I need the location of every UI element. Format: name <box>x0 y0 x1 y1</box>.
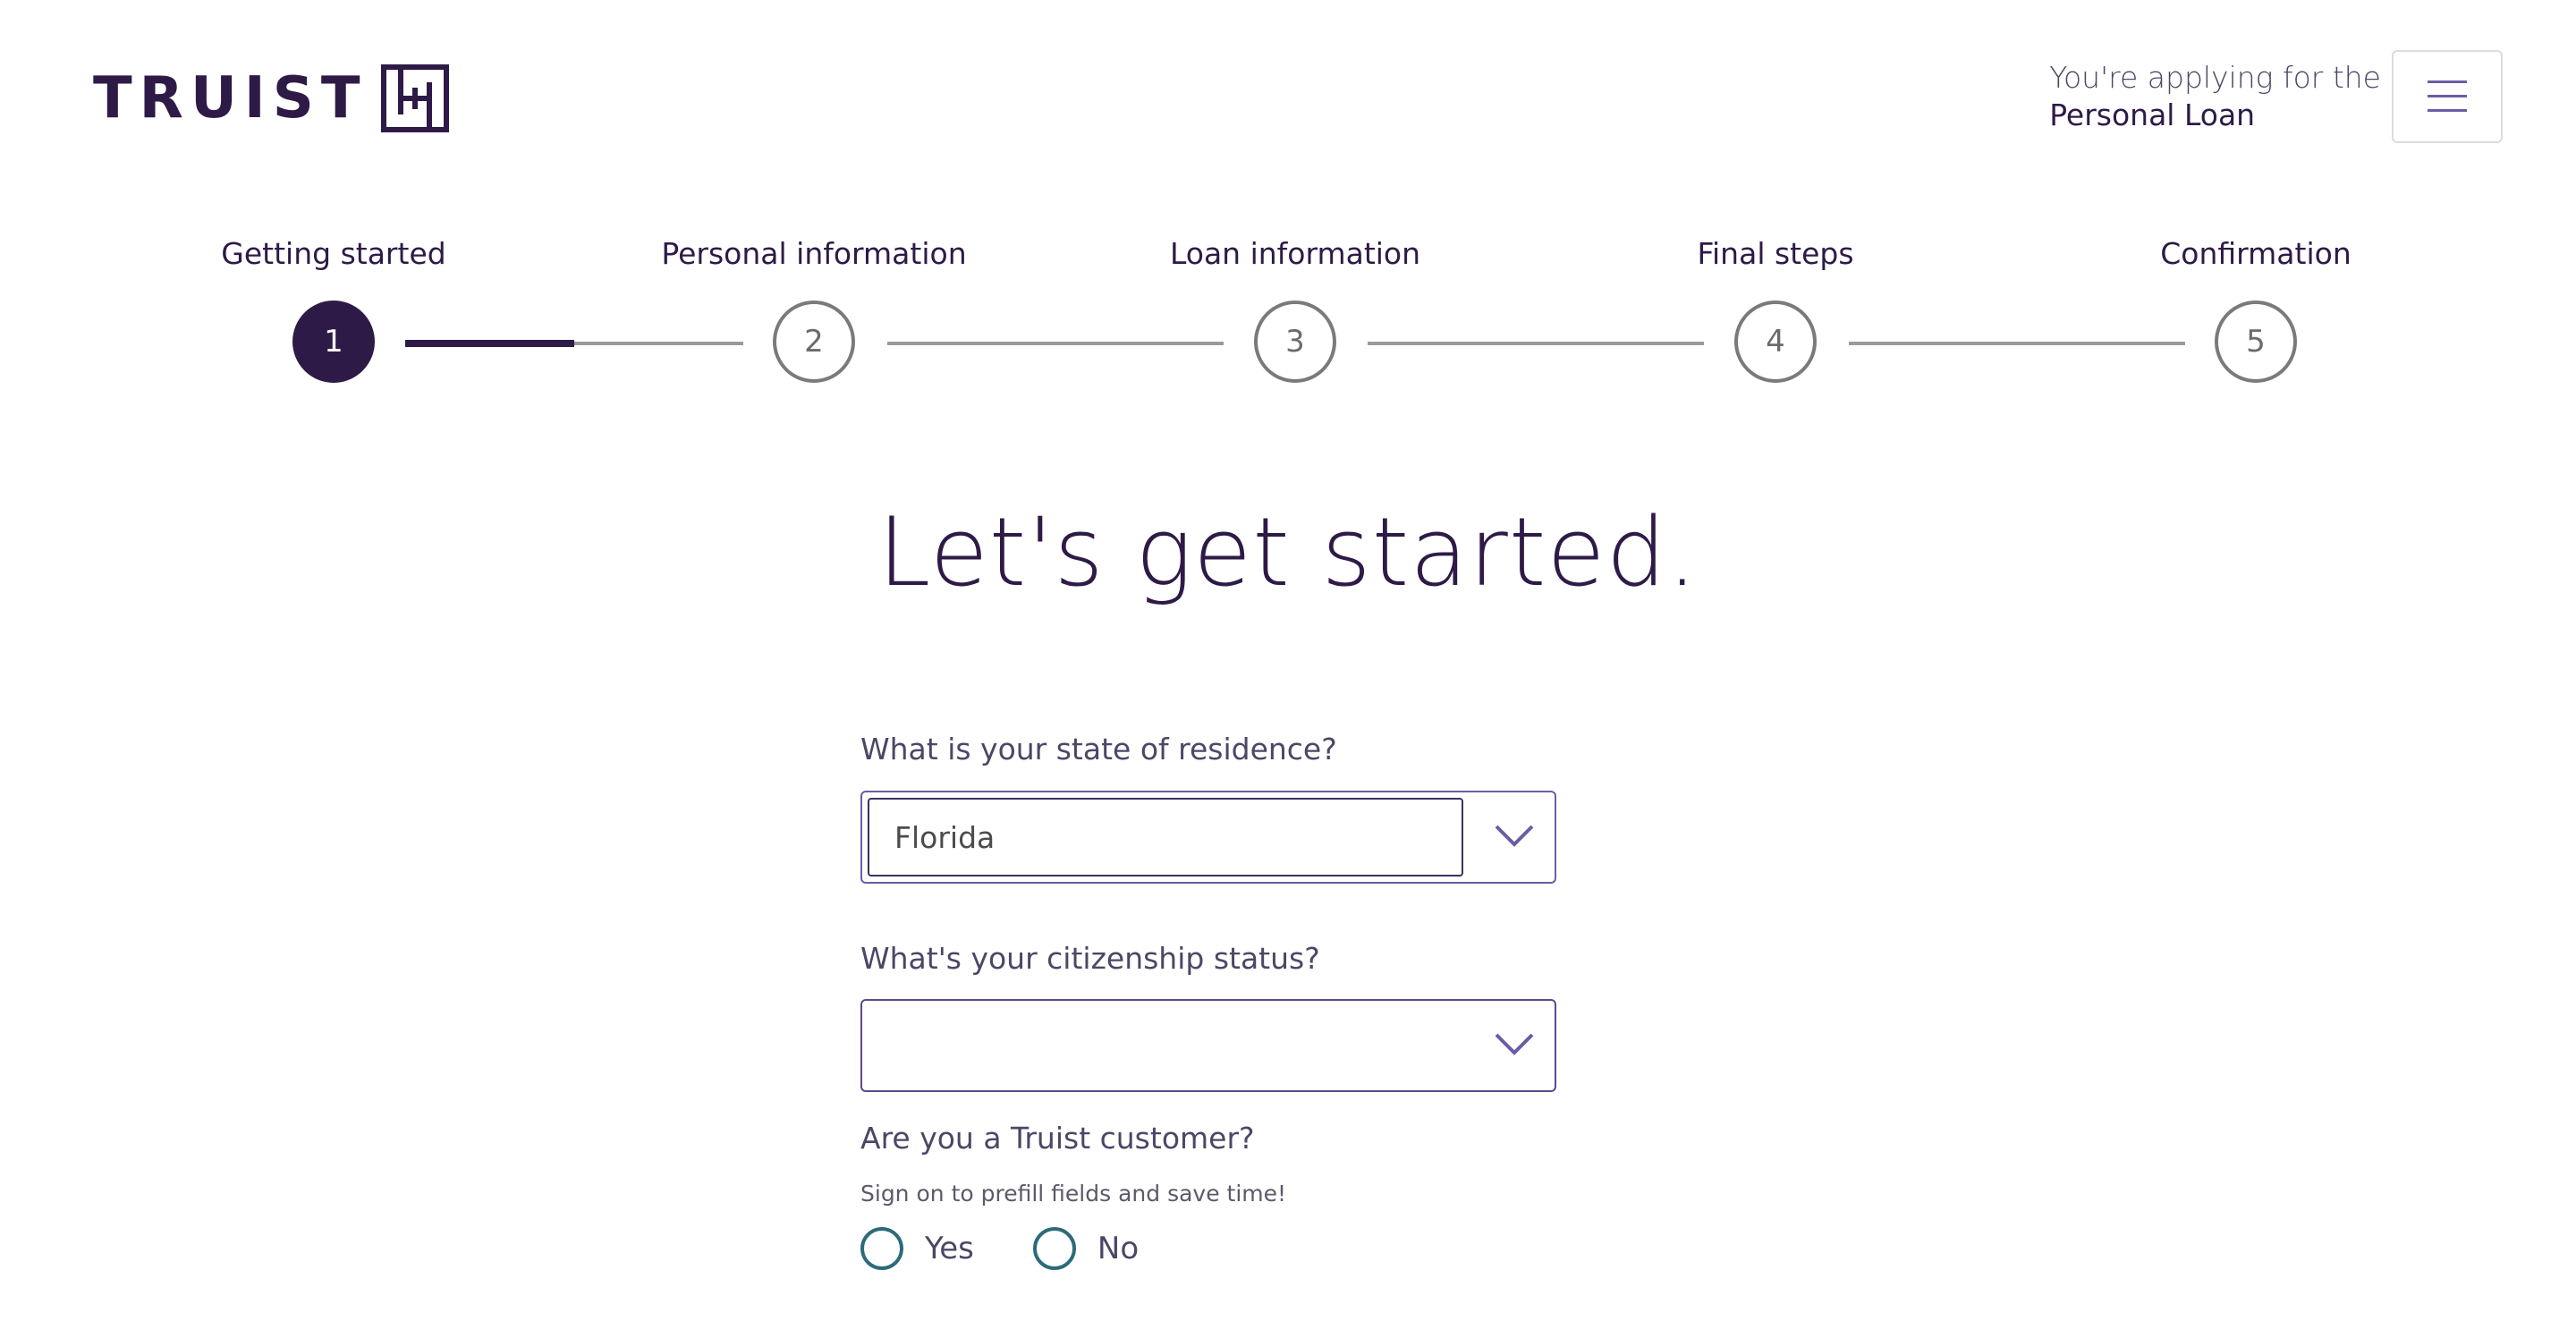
citizenship-question-label: What's your citizenship status? <box>860 941 1320 976</box>
customer-question-label: Are you a Truist customer? <box>860 1121 1255 1156</box>
step-label-final-steps: Final steps <box>1697 236 1854 271</box>
state-question-group: What is your state of residence? <box>860 732 1556 766</box>
step-label-personal-information: Personal information <box>661 236 967 271</box>
radio-no-label[interactable]: No <box>1097 1231 1139 1266</box>
customer-question-group: Are you a Truist customer? <box>860 1121 1556 1156</box>
radio-yes[interactable] <box>860 1227 903 1270</box>
step-circle-1: 1 <box>292 301 375 383</box>
state-select[interactable]: Florida <box>860 791 1556 884</box>
step-connector-4 <box>1849 342 2185 345</box>
menu-button[interactable] <box>2392 50 2503 143</box>
step-connector-progress <box>405 340 574 347</box>
citizenship-select[interactable] <box>860 999 1556 1092</box>
page: TRUIST You're applying for the Personal … <box>0 0 2576 1338</box>
step-circle-4: 4 <box>1734 301 1817 383</box>
chevron-down-icon <box>1495 825 1534 847</box>
product-name: Personal Loan <box>2049 97 2256 132</box>
page-title: Let's get started. <box>877 497 1699 607</box>
step-circle-2: 2 <box>773 301 855 383</box>
state-question-label: What is your state of residence? <box>860 732 1337 766</box>
step-circle-3: 3 <box>1254 301 1336 383</box>
radio-yes-label[interactable]: Yes <box>925 1231 974 1266</box>
hamburger-menu-icon <box>2428 80 2467 112</box>
step-connector-3 <box>1368 342 1704 345</box>
customer-note-container: Sign on to prefill fields and save time! <box>860 1181 1556 1207</box>
step-label-loan-information: Loan information <box>1169 236 1421 271</box>
truist-logo[interactable]: TRUIST <box>93 64 450 132</box>
chevron-down-icon <box>1495 1033 1534 1055</box>
step-circle-5: 5 <box>2215 301 2297 383</box>
customer-radio-row: Yes No <box>860 1227 1556 1270</box>
customer-radio-group: Yes No <box>860 1227 1556 1270</box>
applying-for-label: You're applying for the <box>2049 60 2381 95</box>
state-select-value-box[interactable]: Florida <box>868 798 1463 876</box>
logo-wordmark: TRUIST <box>93 65 368 131</box>
step-connector-2 <box>887 342 1224 345</box>
truist-logo-mark-icon <box>381 64 450 132</box>
citizenship-select-container <box>860 999 1556 1092</box>
applying-for: You're applying for the Personal Loan <box>2049 59 2381 134</box>
step-label-confirmation: Confirmation <box>2160 236 2351 271</box>
state-select-value: Florida <box>894 819 996 855</box>
state-select-container: Florida <box>860 791 1556 884</box>
customer-note: Sign on to prefill fields and save time! <box>860 1181 1287 1207</box>
radio-no[interactable] <box>1032 1227 1076 1270</box>
step-label-getting-started: Getting started <box>221 236 446 271</box>
citizenship-question-group: What's your citizenship status? <box>860 941 1556 976</box>
